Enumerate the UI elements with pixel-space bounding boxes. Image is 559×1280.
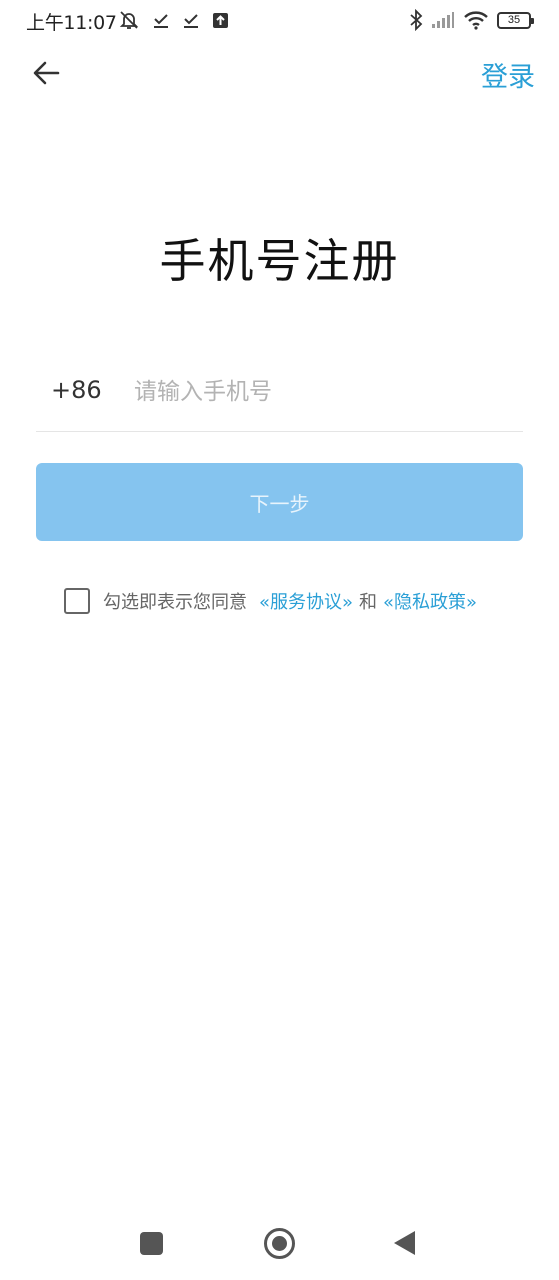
bluetooth-icon	[410, 9, 423, 31]
page-title: 手机号注册	[159, 234, 400, 288]
agreement-row: 勾选即表示您同意 «服务协议» 和 «隐私政策»	[64, 586, 477, 616]
status-bar: 上午11:07 35	[0, 0, 559, 44]
country-code[interactable]: +86	[51, 376, 102, 404]
alarm-off-icon	[119, 11, 139, 29]
system-icons: 35	[409, 9, 534, 31]
battery-icon: 35	[497, 11, 534, 29]
login-link[interactable]: 登录	[481, 55, 535, 94]
phone-input[interactable]	[134, 370, 514, 414]
signal-icon	[432, 12, 454, 28]
terms-of-service-link[interactable]: «服务协议»	[259, 588, 353, 614]
privacy-policy-link[interactable]: «隐私政策»	[383, 588, 477, 614]
home-icon[interactable]	[264, 1228, 295, 1259]
status-time: 上午11:07	[26, 12, 117, 34]
back-triangle-icon[interactable]	[394, 1231, 415, 1255]
arrow-left-icon[interactable]	[30, 56, 64, 90]
download-done-icon	[184, 14, 198, 28]
download-done-icon	[154, 14, 168, 28]
recent-apps-icon[interactable]	[140, 1232, 163, 1255]
register-screen: 上午11:07 35 登录 手机号注册 +86 请输入手机号 下一步 勾选即表示…	[0, 0, 559, 1280]
agreement-checkbox[interactable]	[64, 588, 90, 614]
agreement-and-text: 和	[359, 592, 378, 613]
notification-icons	[118, 9, 229, 31]
next-step-button[interactable]: 下一步	[36, 463, 523, 541]
upload-icon	[213, 12, 228, 28]
agreement-text: 勾选即表示您同意	[103, 592, 247, 613]
phone-input-row: +86	[36, 360, 523, 432]
system-nav-bar	[0, 1220, 559, 1268]
wifi-icon	[464, 11, 488, 30]
